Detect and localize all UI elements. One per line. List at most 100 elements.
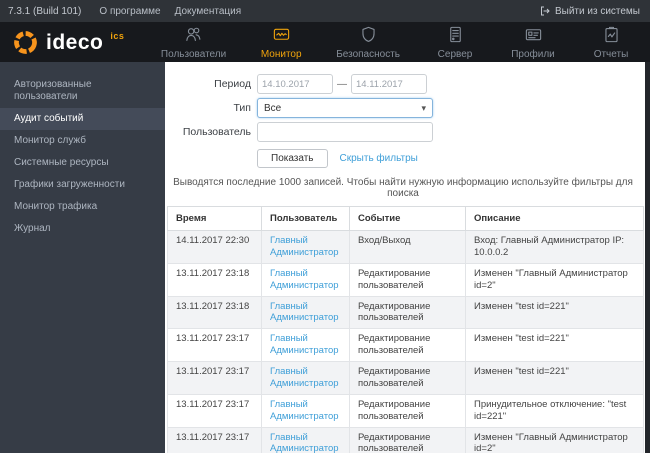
cell-description: Принудительное отключение: "test id=221" xyxy=(465,393,644,428)
user-link[interactable]: Главный Администратор xyxy=(270,235,339,258)
cell-description: Изменен "test id=221" xyxy=(465,328,644,362)
topbar-menu-item[interactable]: Документация xyxy=(175,6,242,17)
user-filter-label: Пользователь xyxy=(182,126,251,138)
hide-filters-link[interactable]: Скрыть фильтры xyxy=(340,153,418,164)
table-row: 13.11.2017 23:18 Главный Администратор Р… xyxy=(167,295,644,330)
audit-table: Время Пользователь Событие Описание 14.1… xyxy=(167,206,644,453)
nav-tab[interactable]: Пользователи xyxy=(157,23,230,62)
records-info-text: Выводятся последние 1000 записей. Чтобы … xyxy=(173,177,633,199)
cell-description: Изменен "Главный Администратор id=2" xyxy=(465,262,644,297)
cell-user: Главный Администратор xyxy=(261,230,350,264)
nav-tab-label: Профили xyxy=(511,48,555,60)
cell-description: Вход: Главный Администратор IP: 10.0.0.2 xyxy=(465,230,644,264)
date-to-input[interactable] xyxy=(351,74,427,94)
reports-icon xyxy=(602,25,621,47)
topbar-menu-item[interactable]: О программе xyxy=(99,6,160,17)
server-icon xyxy=(446,25,465,47)
sidebar: Авторизованные пользователи Аудит событий… xyxy=(0,62,165,453)
sidebar-item[interactable]: Графики загруженности xyxy=(0,174,165,196)
table-row: 13.11.2017 23:17 Главный Администратор Р… xyxy=(167,426,644,453)
main-nav: Пользователи Монитор Безопасность Сервер… xyxy=(157,23,638,62)
user-link[interactable]: Главный Администратор xyxy=(270,333,339,356)
period-filter-row: Период — xyxy=(165,74,645,94)
user-link[interactable]: Главный Администратор xyxy=(270,432,339,453)
topbar-menu: О программе Документация xyxy=(99,6,241,17)
cell-event: Редактирование пользователей xyxy=(349,361,466,395)
ideco-logo[interactable]: ideco ics xyxy=(12,29,124,56)
type-select[interactable]: Все ▾ xyxy=(257,98,433,118)
user-link[interactable]: Главный Администратор xyxy=(270,268,339,291)
user-filter-input[interactable] xyxy=(257,122,433,142)
cell-user: Главный Администратор xyxy=(261,295,350,330)
nav-tab[interactable]: Профили xyxy=(506,23,560,62)
nav-tab[interactable]: Монитор xyxy=(254,23,308,62)
cell-event: Редактирование пользователей xyxy=(349,328,466,362)
cell-time: 13.11.2017 23:17 xyxy=(167,426,262,453)
cell-user: Главный Администратор xyxy=(261,426,350,453)
nav-tab[interactable]: Отчеты xyxy=(584,23,638,62)
cell-description: Изменен "test id=221" xyxy=(465,361,644,395)
main-area: Авторизованные пользователи Аудит событий… xyxy=(0,62,650,453)
cell-description: Изменен "test id=221" xyxy=(465,295,644,330)
nav-tab-label: Безопасность xyxy=(336,48,400,60)
col-header-description[interactable]: Описание xyxy=(465,206,644,231)
user-link[interactable]: Главный Администратор xyxy=(270,399,339,422)
sidebar-item[interactable]: Монитор служб xyxy=(0,130,165,152)
period-label: Период xyxy=(214,78,251,90)
chevron-down-icon: ▾ xyxy=(421,102,426,113)
app-header: ideco ics Пользователи Монитор Безопасно… xyxy=(0,22,650,62)
type-label: Тип xyxy=(233,102,251,114)
cell-description: Изменен "Главный Администратор id=2" xyxy=(465,426,644,453)
col-header-user[interactable]: Пользователь xyxy=(261,206,350,231)
logout-icon xyxy=(540,6,550,16)
user-filter-row: Пользователь xyxy=(165,122,645,142)
type-select-value: Все xyxy=(264,102,282,114)
cell-time: 13.11.2017 23:17 xyxy=(167,393,262,428)
nav-tab-label: Отчеты xyxy=(593,48,629,60)
cell-time: 13.11.2017 23:17 xyxy=(167,361,262,395)
cell-time: 13.11.2017 23:17 xyxy=(167,328,262,362)
show-button[interactable]: Показать xyxy=(257,149,328,168)
nav-tab[interactable]: Безопасность xyxy=(332,23,404,62)
col-header-event[interactable]: Событие xyxy=(349,206,466,231)
table-row: 13.11.2017 23:18 Главный Администратор Р… xyxy=(167,262,644,297)
table-header-row: Время Пользователь Событие Описание xyxy=(167,206,644,231)
user-link[interactable]: Главный Администратор xyxy=(270,366,339,389)
cell-event: Редактирование пользователей xyxy=(349,262,466,297)
logout-label: Выйти из системы xyxy=(554,5,640,17)
cell-event: Редактирование пользователей xyxy=(349,295,466,330)
sidebar-item[interactable]: Монитор трафика xyxy=(0,196,165,218)
sidebar-item[interactable]: Журнал xyxy=(0,218,165,240)
cell-time: 13.11.2017 23:18 xyxy=(167,262,262,297)
type-filter-row: Тип Все ▾ xyxy=(165,98,645,118)
top-utility-bar: 7.3.1 (Build 101) О программе Документаци… xyxy=(0,0,650,22)
ideco-swirl-icon xyxy=(14,30,37,54)
nav-tab-label: Монитор xyxy=(260,48,302,60)
cell-event: Редактирование пользователей xyxy=(349,426,466,453)
cell-time: 14.11.2017 22:30 xyxy=(167,230,262,264)
logo-superscript: ics xyxy=(110,30,125,41)
user-link[interactable]: Главный Администратор xyxy=(270,301,339,324)
sidebar-item[interactable]: Авторизованные пользователи xyxy=(0,74,165,108)
table-row: 13.11.2017 23:17 Главный Администратор Р… xyxy=(167,393,644,428)
table-row: 14.11.2017 22:30 Главный Администратор В… xyxy=(167,230,644,264)
cell-event: Вход/Выход xyxy=(349,230,466,264)
nav-tab-label: Сервер xyxy=(437,48,473,60)
content-panel: Период — Тип Все ▾ Пользователь Показать… xyxy=(165,62,650,453)
monitor-icon xyxy=(272,25,291,47)
date-from-input[interactable] xyxy=(257,74,333,94)
table-row: 13.11.2017 23:17 Главный Администратор Р… xyxy=(167,361,644,395)
users-icon xyxy=(184,25,203,47)
logo-text: ideco xyxy=(46,30,104,54)
table-row: 13.11.2017 23:17 Главный Администратор Р… xyxy=(167,328,644,362)
col-header-time[interactable]: Время xyxy=(167,206,262,231)
cell-event: Редактирование пользователей xyxy=(349,393,466,428)
sidebar-item[interactable]: Аудит событий xyxy=(0,108,165,130)
date-range-dash: — xyxy=(337,78,347,90)
nav-tab[interactable]: Сервер xyxy=(428,23,482,62)
cell-user: Главный Администратор xyxy=(261,262,350,297)
nav-tab-label: Пользователи xyxy=(160,48,227,60)
logout-button[interactable]: Выйти из системы xyxy=(539,5,640,17)
sidebar-item[interactable]: Системные ресурсы xyxy=(0,152,165,174)
app-version: 7.3.1 (Build 101) xyxy=(8,5,82,17)
